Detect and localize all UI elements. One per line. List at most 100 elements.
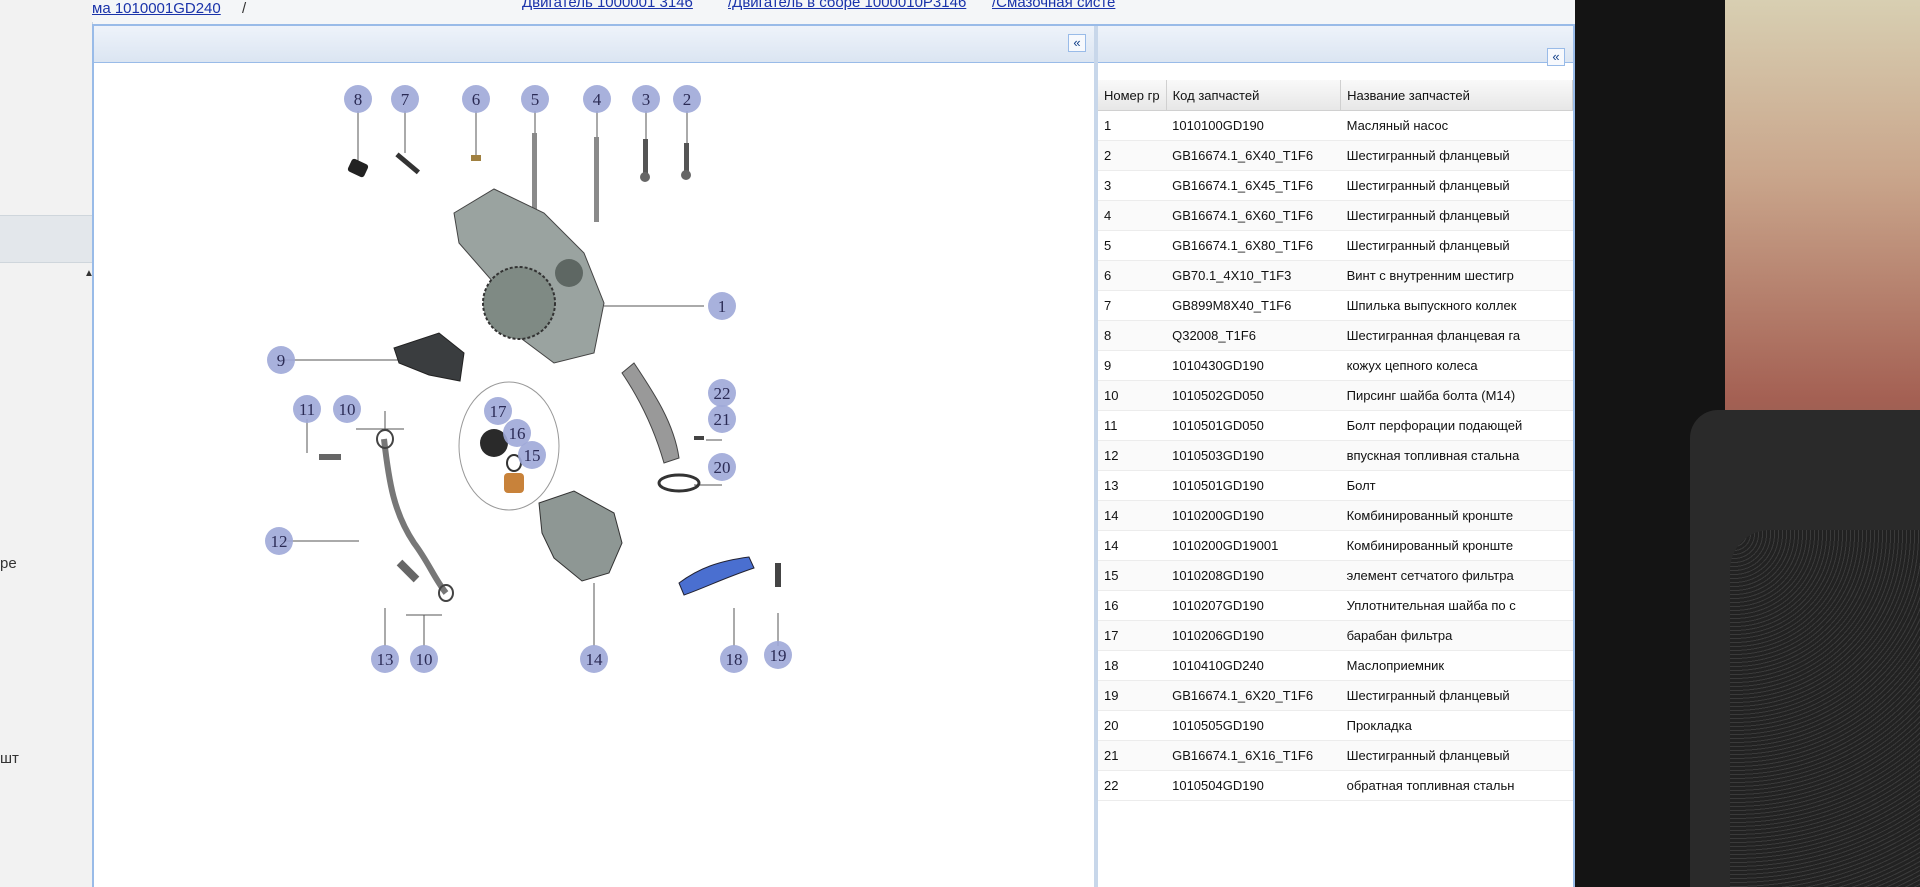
cell-part-name: кожух цепного колеса xyxy=(1340,350,1573,381)
callout-label[interactable]: 12 xyxy=(271,532,288,551)
table-row[interactable]: 20 1010505GD190 Прокладка xyxy=(1098,710,1573,741)
callout-label[interactable]: 10 xyxy=(416,650,433,669)
callout-label[interactable]: 4 xyxy=(593,90,602,109)
cell-part-name: Болт перфорации подающей xyxy=(1340,410,1573,441)
parts-table: Номер гр Код запчастей Название запчасте… xyxy=(1098,80,1573,801)
callout-label[interactable]: 6 xyxy=(472,90,481,109)
table-row[interactable]: 5 GB16674.1_6X80_T1F6 Шестигранный фланцев… xyxy=(1098,230,1573,261)
column-header-part-code[interactable]: Код запчастей xyxy=(1166,80,1342,111)
callout-label[interactable]: 21 xyxy=(714,410,731,429)
table-row[interactable]: 21 GB16674.1_6X16_T1F6 Шестигранный фланце… xyxy=(1098,740,1573,771)
cell-part-name: Шпилька выпускного коллек xyxy=(1340,290,1573,321)
cell-part-code: 1010207GD190 xyxy=(1166,590,1341,621)
cell-part-code: 1010100GD190 xyxy=(1166,110,1341,141)
cell-group-number: 18 xyxy=(1098,650,1167,681)
cell-group-number: 22 xyxy=(1098,770,1167,801)
callout-label[interactable]: 9 xyxy=(277,351,286,370)
cell-part-name: Болт xyxy=(1340,470,1573,501)
cell-part-name: Комбинированный кронште xyxy=(1340,530,1573,561)
table-row[interactable]: 2 GB16674.1_6X40_T1F6 Шестигранный фланцев… xyxy=(1098,140,1573,171)
cell-part-code: 1010501GD050 xyxy=(1166,410,1341,441)
table-row[interactable]: 10 1010502GD050 Пирсинг шайба болта (M14) xyxy=(1098,380,1573,411)
callout-label[interactable]: 8 xyxy=(354,90,363,109)
callout-label[interactable]: 17 xyxy=(490,402,508,421)
callout-label[interactable]: 15 xyxy=(524,446,541,465)
table-row[interactable]: 14 1010200GD19001 Комбинированный кронште xyxy=(1098,530,1573,561)
callout-label[interactable]: 22 xyxy=(714,384,731,403)
cell-part-code: GB16674.1_6X80_T1F6 xyxy=(1166,230,1341,261)
callout-label[interactable]: 10 xyxy=(339,400,356,419)
content-frame: « « 8 7 6 5 4 3 2 1 9 11 10 17 16 15 22 … xyxy=(92,24,1575,887)
table-row[interactable]: 4 GB16674.1_6X60_T1F6 Шестигранный фланцев… xyxy=(1098,200,1573,231)
callout-label[interactable]: 20 xyxy=(714,458,731,477)
table-row[interactable]: 16 1010207GD190 Уплотнительная шайба по с xyxy=(1098,590,1573,621)
application-screen: ▲ ре шт ма 1010001GD240 / Двигатель 1000… xyxy=(0,0,1575,887)
cell-part-name: Винт с внутренним шестигр xyxy=(1340,260,1573,291)
cell-part-code: 1010430GD190 xyxy=(1166,350,1341,381)
table-row[interactable]: 7 GB899M8X40_T1F6 Шпилька выпускного колле… xyxy=(1098,290,1573,321)
cell-group-number: 2 xyxy=(1098,140,1167,171)
left-navigation-panel: ▲ ре шт xyxy=(0,0,94,887)
cell-group-number: 16 xyxy=(1098,590,1167,621)
table-row[interactable]: 9 1010430GD190 кожух цепного колеса xyxy=(1098,350,1573,381)
callout-label[interactable]: 5 xyxy=(531,90,540,109)
callout-label[interactable]: 11 xyxy=(299,400,315,419)
table-row[interactable]: 15 1010208GD190 элемент сетчатого фильтра xyxy=(1098,560,1573,591)
cell-group-number: 19 xyxy=(1098,680,1167,711)
cell-part-name: Комбинированный кронште xyxy=(1340,500,1573,531)
parts-table-body: 1 1010100GD190 Масляный насос 2 GB16674.1_6X… xyxy=(1098,110,1573,801)
table-row[interactable]: 17 1010206GD190 барабан фильтра xyxy=(1098,620,1573,651)
callout-label[interactable]: 14 xyxy=(586,650,604,669)
callout-label[interactable]: 19 xyxy=(770,646,787,665)
cell-part-code: GB899M8X40_T1F6 xyxy=(1166,290,1341,321)
cell-group-number: 9 xyxy=(1098,350,1167,381)
cell-group-number: 17 xyxy=(1098,620,1167,651)
cell-part-code: 1010501GD190 xyxy=(1166,470,1341,501)
table-row[interactable]: 22 1010504GD190 обратная топливная стальн xyxy=(1098,770,1573,801)
breadcrumb-link[interactable]: /Смазочная систе xyxy=(992,0,1115,11)
clipped-text: шт xyxy=(0,750,19,767)
table-row[interactable]: 18 1010410GD240 Маслоприемник xyxy=(1098,650,1573,681)
callout-label[interactable]: 2 xyxy=(683,90,692,109)
cell-part-code: 1010504GD190 xyxy=(1166,770,1341,801)
callout-label[interactable]: 1 xyxy=(718,297,727,316)
breadcrumb-link[interactable]: Двигатель 1000001 3146 xyxy=(522,0,693,11)
cell-part-name: впускная топливная стальна xyxy=(1340,440,1573,471)
cell-part-code: GB16674.1_6X60_T1F6 xyxy=(1166,200,1341,231)
callout-label[interactable]: 13 xyxy=(377,650,394,669)
column-header-group-number[interactable]: Номер гр xyxy=(1098,80,1167,111)
table-row[interactable]: 13 1010501GD190 Болт xyxy=(1098,470,1573,501)
table-row[interactable]: 14 1010200GD190 Комбинированный кронште xyxy=(1098,500,1573,531)
diagram-canvas: 8 7 6 5 4 3 21911 10 1716152221201213 10 14 18 19 xyxy=(265,85,792,673)
table-row[interactable]: 11 1010501GD050 Болт перфорации подающей xyxy=(1098,410,1573,441)
cell-group-number: 11 xyxy=(1098,410,1167,441)
table-row[interactable]: 1 1010100GD190 Масляный насос xyxy=(1098,110,1573,141)
table-row[interactable]: 8 Q32008_T1F6 Шестигранная фланцевая га xyxy=(1098,320,1573,351)
breadcrumb-link[interactable]: /Двигатель в сборе 1000010P3146 xyxy=(728,0,966,11)
cell-part-name: Прокладка xyxy=(1340,710,1573,741)
left-panel-strip xyxy=(0,215,92,263)
cell-part-code: GB16674.1_6X20_T1F6 xyxy=(1166,680,1341,711)
callout-label[interactable]: 7 xyxy=(401,90,410,109)
cell-part-name: Уплотнительная шайба по с xyxy=(1340,590,1573,621)
cell-part-name: Шестигранный фланцевый xyxy=(1340,230,1573,261)
cell-group-number: 3 xyxy=(1098,170,1167,201)
table-row[interactable]: 3 GB16674.1_6X45_T1F6 Шестигранный фланцев… xyxy=(1098,170,1573,201)
collapse-left-icon[interactable]: « xyxy=(1068,34,1086,52)
callout-label[interactable]: 18 xyxy=(726,650,743,669)
breadcrumb: ма 1010001GD240 / Двигатель 1000001 3146… xyxy=(92,0,1575,22)
cell-part-name: Шестигранная фланцевая га xyxy=(1340,320,1573,351)
parts-table-container: Номер гр Код запчастей Название запчасте… xyxy=(1098,80,1573,887)
table-row[interactable]: 12 1010503GD190 впускная топливная стальна xyxy=(1098,440,1573,471)
callout-label[interactable]: 16 xyxy=(509,424,526,443)
callout-label[interactable]: 3 xyxy=(642,90,651,109)
cell-part-name: Масляный насос xyxy=(1340,110,1573,141)
breadcrumb-separator: / xyxy=(242,0,247,17)
cell-part-name: Шестигранный фланцевый xyxy=(1340,200,1573,231)
breadcrumb-link[interactable]: ма 1010001GD240 xyxy=(92,0,221,17)
cell-group-number: 10 xyxy=(1098,380,1167,411)
table-row[interactable]: 19 GB16674.1_6X20_T1F6 Шестигранный фланце… xyxy=(1098,680,1573,711)
column-header-part-name[interactable]: Название запчастей xyxy=(1340,80,1573,111)
table-row[interactable]: 6 GB70.1_4X10_T1F3 Винт с внутренним шести… xyxy=(1098,260,1573,291)
collapse-right-icon[interactable]: « xyxy=(1547,48,1565,66)
